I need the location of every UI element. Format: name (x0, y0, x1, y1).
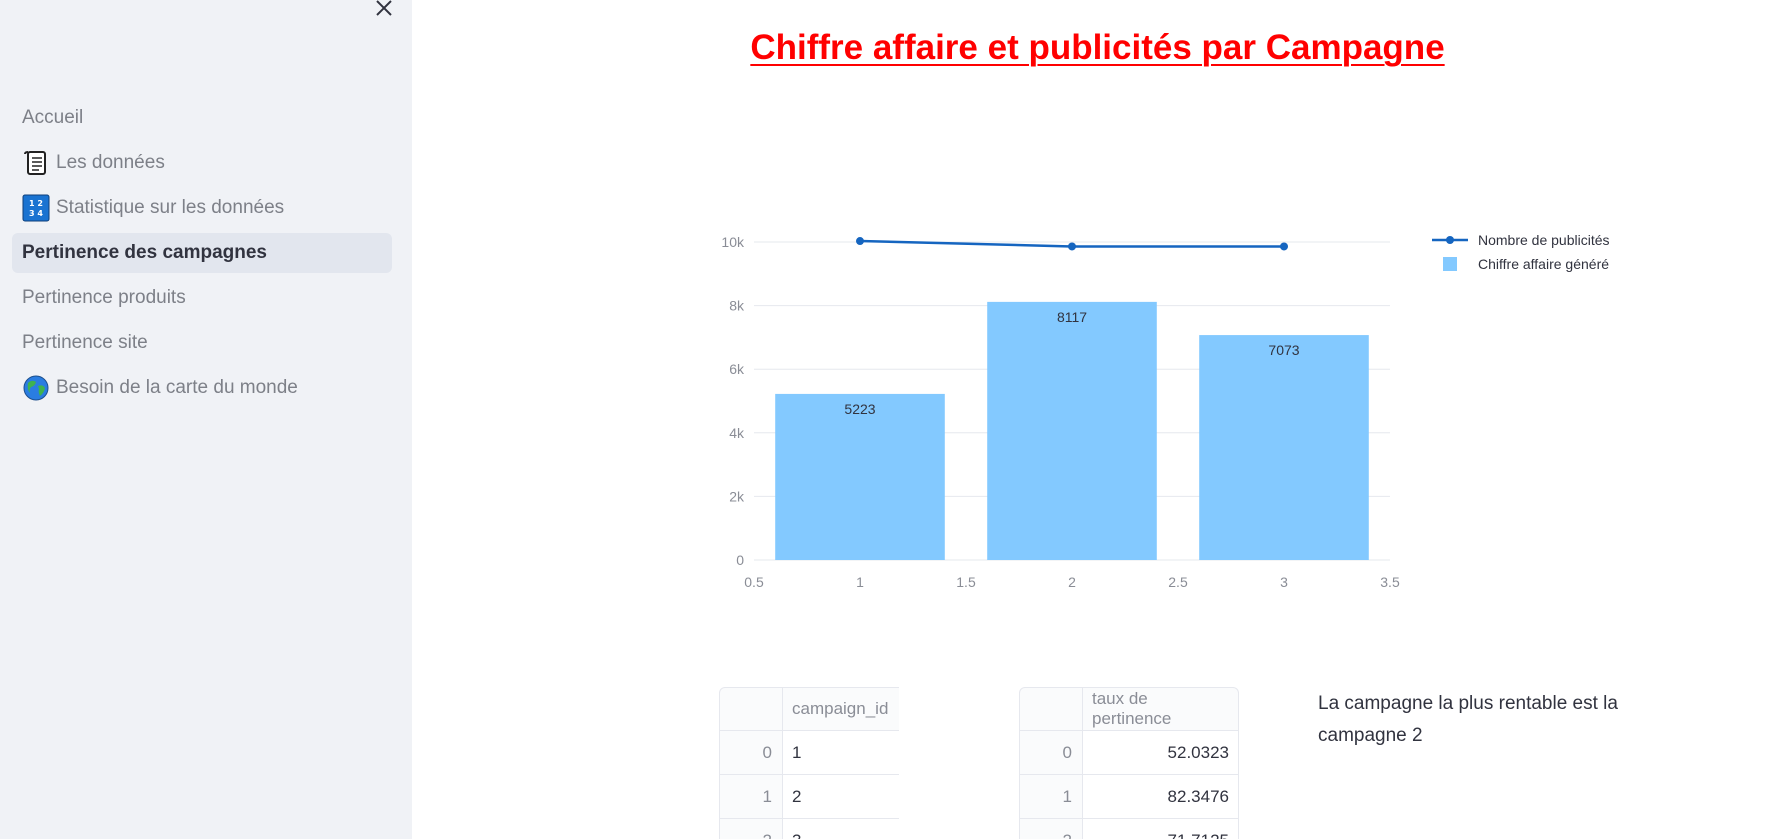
sidebar-item-pertinence-site[interactable]: Pertinence site (12, 323, 392, 363)
sidebar-item-pertinence-produits[interactable]: Pertinence produits (12, 278, 392, 318)
table-cell[interactable]: 3 (783, 819, 899, 839)
x-tick-label: 2 (1068, 574, 1076, 590)
x-tick-label: 2.5 (1168, 574, 1188, 590)
bar (775, 393, 945, 560)
column-header[interactable]: taux de pertinence (1083, 687, 1239, 731)
sidebar-item-label: Pertinence des campagnes (22, 242, 267, 263)
svg-text:1 2: 1 2 (29, 199, 43, 208)
series-point (1280, 242, 1288, 251)
sidebar-item-accueil[interactable]: Accueil (12, 98, 392, 138)
series-point (1068, 242, 1076, 251)
row-index: 0 (719, 731, 783, 775)
scroll-icon (22, 149, 50, 177)
sidebar-item-label: Pertinence site (22, 332, 148, 353)
legend-label: Chiffre affaire généré (1478, 256, 1609, 272)
row-index: 0 (1019, 731, 1083, 775)
y-tick-label: 6k (729, 361, 745, 377)
index-header (719, 687, 783, 731)
table-row: 2 3 (719, 819, 899, 839)
close-sidebar-button[interactable] (372, 0, 396, 20)
pertinence-table[interactable]: taux de pertinence 0 52.0323 1 82.3476 2… (1019, 687, 1239, 839)
sidebar-nav: Accueil Les données 1 2 3 4 Statistique (12, 98, 392, 413)
series-point (856, 237, 864, 246)
legend-label: Nombre de publicités (1478, 232, 1610, 248)
globe-icon (22, 374, 50, 402)
y-tick-label: 0 (736, 552, 744, 568)
row-index: 2 (1019, 819, 1083, 839)
x-tick-label: 3 (1280, 574, 1288, 590)
x-tick-label: 1.5 (956, 574, 976, 590)
x-tick-label: 0.5 (744, 574, 764, 590)
row-index: 1 (719, 775, 783, 819)
legend-bar-swatch (1443, 257, 1457, 271)
column-header[interactable]: campaign_id (783, 687, 899, 731)
table-row: 0 1 (719, 731, 899, 775)
index-header (1019, 687, 1083, 731)
sidebar-item-carte-du-monde[interactable]: Besoin de la carte du monde (12, 368, 392, 408)
table-row: 0 52.0323 (1019, 731, 1239, 775)
bar-data-label: 8117 (1057, 309, 1087, 325)
row-index: 2 (719, 819, 783, 839)
bar (987, 301, 1157, 560)
table-row: 1 82.3476 (1019, 775, 1239, 819)
svg-text:3 4: 3 4 (29, 209, 43, 218)
y-tick-label: 10k (721, 234, 745, 250)
main-content: Chiffre affaire et publicités par Campag… (412, 0, 1783, 839)
table-row: 1 2 (719, 775, 899, 819)
sidebar-item-statistique[interactable]: 1 2 3 4 Statistique sur les données (12, 188, 392, 228)
revenue-ads-chart[interactable]: 0 2k 4k 6k 8k 10k 0.5 1 1.5 2 2.5 3 3.5 5223 8117 7073 N… (412, 0, 1783, 640)
sidebar-item-label: Accueil (22, 107, 84, 128)
table-cell[interactable]: 82.3476 (1083, 775, 1239, 819)
bar-data-label: 7073 (1268, 342, 1299, 358)
y-tick-label: 8k (729, 298, 745, 314)
x-tick-label: 3.5 (1380, 574, 1400, 590)
sidebar-item-pertinence-campagnes[interactable]: Pertinence des campagnes (12, 233, 392, 273)
x-tick-label: 1 (856, 574, 864, 590)
campaign-id-table[interactable]: campaign_id 0 1 1 2 2 3 (719, 687, 899, 839)
legend-line-marker (1446, 236, 1454, 244)
close-icon (376, 0, 392, 16)
y-tick-label: 2k (729, 488, 745, 504)
bar-data-label: 5223 (844, 401, 875, 417)
table-cell[interactable]: 52.0323 (1083, 731, 1239, 775)
sidebar-item-label: Pertinence produits (22, 287, 186, 308)
table-row: 2 71.7125 (1019, 819, 1239, 839)
sidebar-item-les-donnees[interactable]: Les données (12, 143, 392, 183)
table-cell[interactable]: 71.7125 (1083, 819, 1239, 839)
row-index: 1 (1019, 775, 1083, 819)
numbers-icon: 1 2 3 4 (22, 194, 50, 222)
y-tick-label: 4k (729, 425, 745, 441)
conclusion-text: La campagne la plus rentable est la camp… (1318, 693, 1618, 746)
sidebar: Accueil Les données 1 2 3 4 Statistique (0, 0, 412, 839)
sidebar-item-label: Les données (56, 152, 165, 173)
table-cell[interactable]: 2 (783, 775, 899, 819)
bar (1199, 335, 1369, 560)
sidebar-item-label: Statistique sur les données (56, 197, 285, 218)
sidebar-item-label: Besoin de la carte du monde (56, 377, 298, 398)
table-cell[interactable]: 1 (783, 731, 899, 775)
